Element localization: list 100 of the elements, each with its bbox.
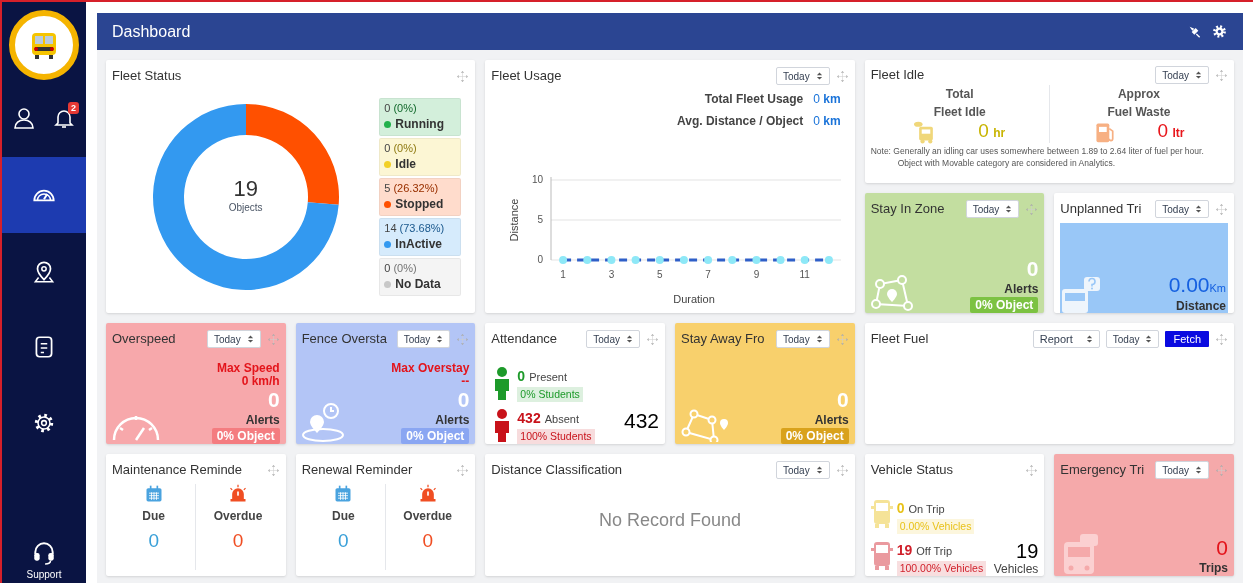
item-value: 0 xyxy=(148,530,159,552)
percent-tag: 100% Students xyxy=(517,429,595,444)
period-select[interactable]: Today xyxy=(965,200,1020,218)
siren-icon xyxy=(417,484,438,504)
count-label: Alerts xyxy=(245,412,280,428)
row-label: Absent xyxy=(544,412,579,427)
period-select[interactable]: Today xyxy=(396,330,451,348)
move-icon[interactable] xyxy=(1215,202,1228,216)
metric-value: 0 ltr xyxy=(1157,121,1185,143)
x-axis-title: Duration xyxy=(673,293,716,305)
period-select[interactable]: Today xyxy=(1155,200,1209,218)
chart-point xyxy=(776,256,785,264)
legend-item[interactable]: 0 (0%) Idle xyxy=(379,137,462,176)
period-select[interactable]: Today xyxy=(1105,330,1160,348)
x-tick-label: 7 xyxy=(705,269,712,280)
period-select[interactable]: Today xyxy=(775,67,830,85)
legend-item[interactable]: 14 (73.68%) InActive xyxy=(379,217,462,256)
move-icon[interactable] xyxy=(1215,332,1228,346)
percent-badge: 0% Object xyxy=(401,428,470,444)
move-icon[interactable] xyxy=(835,332,849,346)
move-icon[interactable] xyxy=(456,332,470,346)
empty-message: No Record Found xyxy=(598,508,742,532)
percent-tag: 100.00% Vehicles xyxy=(896,561,987,576)
move-icon[interactable] xyxy=(646,332,659,346)
row-count: 432 xyxy=(517,409,541,428)
item-value: 0 xyxy=(422,530,433,552)
sort-caret-icon xyxy=(815,465,823,475)
fetch-button[interactable]: Fetch xyxy=(1165,331,1209,347)
period-select[interactable]: Today xyxy=(775,461,830,479)
move-icon[interactable] xyxy=(266,463,280,477)
item-label: Overdue xyxy=(213,508,263,524)
stat-value: 0 km xyxy=(813,113,841,130)
notification-badge: 2 xyxy=(68,102,79,114)
stat-label: Avg. Distance / Object xyxy=(677,113,804,130)
sort-caret-icon xyxy=(1195,204,1202,214)
move-icon[interactable] xyxy=(835,69,849,83)
trip-count: 0 xyxy=(1216,536,1228,560)
value-label: Distance xyxy=(1175,299,1226,313)
pin-clock-icon xyxy=(301,403,344,442)
widget-title: Maintenance Reminde xyxy=(112,461,243,480)
period-select[interactable]: Today xyxy=(586,330,640,348)
legend-count: 0 xyxy=(384,261,391,276)
move-icon[interactable] xyxy=(456,463,470,477)
alert-count: 0 xyxy=(1026,257,1039,281)
period-select[interactable]: Today xyxy=(1155,461,1209,479)
row-count: 0 xyxy=(896,499,905,518)
period-select[interactable]: Today xyxy=(775,330,830,348)
legend-item[interactable]: 5 (26.32%) Stopped xyxy=(379,177,462,216)
chart-point xyxy=(680,256,689,264)
chart-point xyxy=(559,256,568,264)
percent-badge: 0% Object xyxy=(211,428,280,444)
distance-value: 0.00Km xyxy=(1168,274,1226,298)
move-icon[interactable] xyxy=(1025,463,1039,477)
move-icon[interactable] xyxy=(456,69,470,83)
widget-title: Unplanned Tri xyxy=(1060,200,1142,219)
period-select[interactable]: Report xyxy=(1032,330,1100,348)
nav-item[interactable] xyxy=(2,157,86,233)
move-icon[interactable] xyxy=(1215,68,1228,82)
legend-item[interactable]: 0 (0%) Running xyxy=(379,97,462,136)
item-label: Overdue xyxy=(403,508,452,524)
user-icon[interactable] xyxy=(12,106,36,130)
percent-badge: 0% Object xyxy=(780,428,849,444)
legend-label: Idle xyxy=(395,156,416,172)
widget-title: Stay In Zone xyxy=(870,200,945,219)
metric-title: Fleet Idle xyxy=(933,104,986,121)
period-select[interactable]: Today xyxy=(206,330,261,348)
metric-title: Fuel Waste xyxy=(1107,104,1171,121)
widget-title: Overspeed xyxy=(112,330,176,349)
widget-title: Emergency Tri xyxy=(1060,461,1145,480)
sort-caret-icon xyxy=(815,334,823,344)
total-count: 19 xyxy=(1016,540,1039,562)
legend-percent: (0%) xyxy=(393,101,417,116)
alert-count: 0 xyxy=(836,388,849,412)
move-icon[interactable] xyxy=(835,463,849,477)
x-tick-label: 9 xyxy=(753,269,760,280)
widget-title: Distance Classification xyxy=(491,461,623,480)
chart-point xyxy=(656,256,665,264)
y-tick-label: 10 xyxy=(532,174,544,185)
move-icon[interactable] xyxy=(1025,202,1039,216)
widget-title: Fleet Fuel xyxy=(870,330,929,349)
chart-point xyxy=(728,256,737,264)
period-select[interactable]: Today xyxy=(1155,66,1209,84)
sort-caret-icon xyxy=(1195,70,1202,80)
chart-point xyxy=(583,256,592,264)
x-tick-label: 11 xyxy=(799,269,811,280)
row-label: On Trip xyxy=(908,502,945,517)
legend-percent: (73.68%) xyxy=(399,221,445,236)
metric-title: Total xyxy=(945,86,974,103)
legend-item[interactable]: 0 (0%) No Data xyxy=(379,257,462,296)
legend-count: 0 xyxy=(384,141,391,156)
settings-icon[interactable] xyxy=(1211,23,1228,40)
move-icon[interactable] xyxy=(266,332,280,346)
move-icon[interactable] xyxy=(1215,463,1228,477)
sort-caret-icon xyxy=(436,334,444,344)
count-label: Alerts xyxy=(814,412,849,428)
legend-count: 14 xyxy=(384,221,397,236)
legend-percent: (0%) xyxy=(393,141,417,156)
value-label: Trips xyxy=(1199,560,1228,576)
chart-point xyxy=(704,256,713,264)
siren-icon xyxy=(228,484,248,504)
